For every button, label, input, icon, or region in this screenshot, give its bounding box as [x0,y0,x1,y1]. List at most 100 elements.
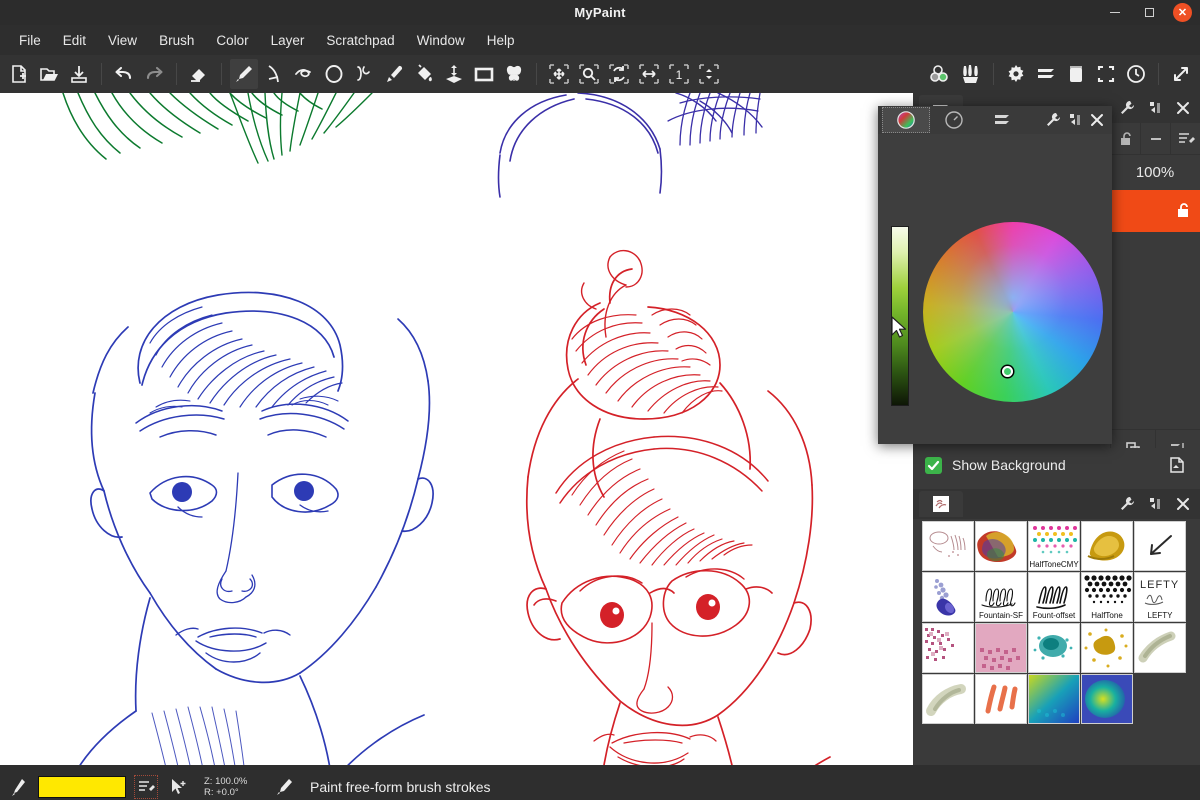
brush-thumb[interactable] [1028,674,1080,724]
color-dialog-header [878,106,1112,134]
flood-fill-icon[interactable] [410,59,438,89]
scratchpad-icon[interactable] [1062,59,1090,89]
rotate-view-icon[interactable] [605,59,633,89]
color-ring-icon[interactable] [930,107,978,133]
edit-layer-icon[interactable] [1170,123,1200,155]
fullscreen-brackets-icon[interactable] [1092,59,1120,89]
color-wheel-marker[interactable] [1002,366,1013,377]
brush-thumb[interactable]: LEFTY LEFTY [1134,572,1186,622]
brush-name: Fount-offset [1029,611,1079,621]
color-picker-icon[interactable] [380,59,408,89]
close-icon[interactable] [1172,493,1194,515]
file-tool-group [4,59,94,89]
undo-arrow-icon[interactable] [110,59,138,89]
brush-thumb[interactable] [975,521,1027,571]
line-tool-icon[interactable] [260,59,288,89]
mypaint-window: MyPaint ✕ File Edit View Brush Color Lay… [0,0,1200,800]
brush-thumb[interactable] [1081,521,1133,571]
brush-thumb[interactable] [922,623,974,673]
brush-thumb[interactable] [1081,674,1133,724]
new-document-icon[interactable] [5,59,33,89]
window-title: MyPaint [574,5,625,20]
wrench-icon[interactable] [1116,493,1138,515]
minimize-button[interactable] [1105,3,1125,23]
color-wheel-icon[interactable] [882,107,930,133]
select-cursor-icon[interactable] [166,775,190,799]
brush-thumb[interactable] [1134,623,1186,673]
brush-tab-icon[interactable] [919,491,963,517]
canvas-bottom-gutter [0,765,913,773]
close-button[interactable]: ✕ [1173,3,1192,22]
brush-thumb[interactable] [975,674,1027,724]
menu-help[interactable]: Help [476,29,526,52]
menu-color[interactable]: Color [205,29,259,52]
brush-thumb[interactable] [1028,623,1080,673]
mirror-view-icon[interactable] [635,59,663,89]
brush-grid: HalfToneCMY Fountain-SF [922,521,1192,724]
draw-tool-group [229,59,529,89]
history-clock-icon[interactable] [1122,59,1150,89]
minus-icon[interactable] [1140,123,1170,155]
menu-scratchpad[interactable]: Scratchpad [315,29,405,52]
open-document-icon[interactable] [35,59,63,89]
fit-to-view-icon[interactable] [695,59,723,89]
brush-thumb[interactable] [922,572,974,622]
save-document-icon[interactable] [65,59,93,89]
paintbrush-icon[interactable] [230,59,258,89]
pan-view-icon[interactable] [545,59,573,89]
zoom-info: Z: 100.0% R: +0.0° [204,776,266,798]
brush-name: HalfToneCMY [1029,560,1079,570]
brush-thumb[interactable] [1134,521,1186,571]
redo-arrow-icon[interactable] [140,59,168,89]
symmetry-butterfly-icon[interactable] [500,59,528,89]
new-background-icon[interactable] [1166,454,1188,476]
show-background-checkbox[interactable] [925,457,942,474]
status-bar: Z: 100.0% R: +0.0° Paint free-form brush… [0,773,1200,800]
frame-tool-icon[interactable] [470,59,498,89]
menu-file[interactable]: File [8,29,52,52]
color-triad-icon[interactable] [927,59,955,89]
inking-pen-icon [8,776,30,798]
close-icon[interactable] [1172,97,1194,119]
layer-opacity-row[interactable]: 100% [1110,155,1200,190]
ellipse-tool-icon[interactable] [320,59,348,89]
close-icon[interactable] [1086,109,1108,131]
drawing-canvas[interactable] [0,93,913,765]
toolbar-separator [221,63,222,85]
brush-thumb[interactable] [975,623,1027,673]
menu-layer[interactable]: Layer [260,29,316,52]
brush-thumb[interactable]: Fount-offset [1028,572,1080,622]
unlock-icon[interactable] [1110,123,1140,155]
move-layer-icon[interactable] [440,59,468,89]
wrench-icon[interactable] [1116,97,1138,119]
brush-thumb[interactable] [1081,623,1133,673]
brush-thumb[interactable]: HalfTone [1081,572,1133,622]
brush-thumb[interactable]: HalfToneCMY [1028,521,1080,571]
maximize-button[interactable] [1139,3,1159,23]
zoom-view-icon[interactable] [575,59,603,89]
brush-bundle-icon[interactable] [957,59,985,89]
brush-thumb[interactable] [922,674,974,724]
detach-panel-icon[interactable] [1064,109,1086,131]
menu-edit[interactable]: Edit [52,29,97,52]
color-sliders-icon[interactable] [978,107,1026,133]
wrench-icon[interactable] [1042,109,1064,131]
inking-pen-icon[interactable] [350,59,378,89]
edit-layer-icon[interactable] [134,775,158,799]
detach-panel-icon[interactable] [1144,493,1166,515]
reset-zoom-one-icon[interactable]: 1 [665,59,693,89]
expand-diagonal-icon[interactable] [1167,59,1195,89]
gear-icon[interactable] [1002,59,1030,89]
brush-thumb[interactable]: Fountain-SF [975,572,1027,622]
color-swatch[interactable] [38,776,126,798]
brush-thumb[interactable] [922,521,974,571]
menu-view[interactable]: View [97,29,148,52]
eraser-icon[interactable] [185,59,213,89]
menu-brush[interactable]: Brush [148,29,205,52]
connected-lines-icon[interactable] [290,59,318,89]
layers-stack-icon[interactable] [1032,59,1060,89]
layer-row[interactable] [1110,190,1200,232]
detach-panel-icon[interactable] [1144,97,1166,119]
menu-window[interactable]: Window [406,29,476,52]
unlock-icon[interactable] [1174,201,1192,222]
